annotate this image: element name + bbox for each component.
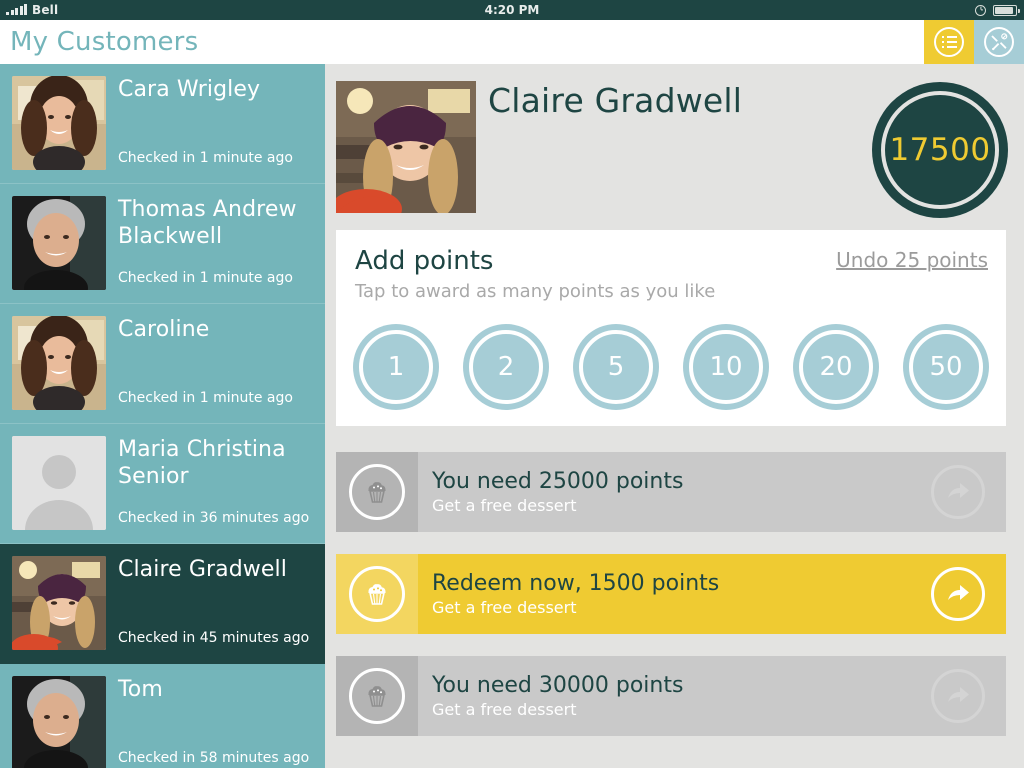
reward-icon-box (336, 656, 418, 736)
list-item-text: Thomas Andrew Blackwell Checked in 1 min… (106, 196, 315, 291)
customer-name: Thomas Andrew Blackwell (118, 197, 297, 249)
list-item[interactable]: Cara Wrigley Checked in 1 minute ago (0, 64, 325, 184)
reward-row[interactable]: You need 25000 points Get a free dessert (336, 452, 1006, 532)
reward-row[interactable]: You need 30000 points Get a free dessert (336, 656, 1006, 736)
add-points-option-50[interactable]: 50 (903, 324, 989, 410)
customer-detail-pane: Claire Gradwell 17500 Add points Tap to … (325, 64, 1024, 768)
add-points-option-1[interactable]: 1 (353, 324, 439, 410)
list-icon (934, 27, 964, 57)
add-points-options: 1 2 5 10 20 50 (353, 324, 989, 410)
add-points-option-20[interactable]: 20 (793, 324, 879, 410)
reward-row-active[interactable]: Redeem now, 1500 points Get a free desse… (336, 554, 1006, 634)
reward-subtitle: Get a free dessert (432, 496, 577, 515)
avatar (12, 76, 106, 170)
battery-icon (993, 4, 1020, 16)
customer-checkin: Checked in 1 minute ago (118, 150, 293, 166)
add-points-option-2[interactable]: 2 (463, 324, 549, 410)
avatar (12, 436, 106, 530)
list-item-text: Caroline Checked in 1 minute ago (106, 316, 315, 411)
cupcake-icon (349, 464, 405, 520)
customer-list-button[interactable] (924, 20, 974, 64)
reward-action[interactable] (910, 567, 1006, 621)
customer-checkin: Checked in 58 minutes ago (118, 750, 310, 766)
list-item-selected[interactable]: Claire Gradwell Checked in 45 minutes ag… (0, 544, 325, 664)
customer-checkin: Checked in 36 minutes ago (118, 510, 310, 526)
avatar (12, 556, 106, 650)
list-item-text: Claire Gradwell Checked in 45 minutes ag… (106, 556, 315, 651)
navigation-bar: My Customers (0, 20, 1024, 64)
list-item-text: Maria Christina Senior Checked in 36 min… (106, 436, 315, 531)
add-points-option-label: 20 (819, 352, 853, 382)
customer-name: Cara Wrigley (118, 77, 261, 102)
reward-subtitle: Get a free dessert (432, 598, 577, 617)
reward-icon-box (336, 452, 418, 532)
reward-text: You need 30000 points Get a free dessert (418, 672, 910, 720)
customer-name: Claire Gradwell (118, 557, 287, 582)
points-badge: 17500 (872, 82, 1008, 218)
reward-icon-box (336, 554, 418, 634)
list-item[interactable]: Thomas Andrew Blackwell Checked in 1 min… (0, 184, 325, 304)
tools-icon (984, 27, 1014, 57)
avatar (12, 676, 106, 768)
reward-action[interactable] (910, 465, 1006, 519)
list-item[interactable]: Caroline Checked in 1 minute ago (0, 304, 325, 424)
status-bar: Bell 4:20 PM (0, 0, 1024, 20)
add-points-option-label: 10 (709, 352, 743, 382)
customer-list-sidebar[interactable]: Cara Wrigley Checked in 1 minute ago Tho… (0, 64, 325, 768)
reward-text: You need 25000 points Get a free dessert (418, 468, 910, 516)
list-item[interactable]: Maria Christina Senior Checked in 36 min… (0, 424, 325, 544)
points-total: 17500 (889, 132, 991, 168)
arrow-forward-icon (931, 465, 985, 519)
reward-title: Redeem now, 1500 points (432, 571, 720, 596)
add-points-option-label: 5 (607, 352, 625, 382)
add-points-subtitle: Tap to award as many points as you like (355, 281, 716, 302)
navbar-actions (924, 20, 1024, 64)
add-points-option-label: 1 (387, 352, 405, 382)
rewards-list: You need 25000 points Get a free dessert (336, 452, 1006, 758)
customer-name: Tom (118, 677, 163, 702)
list-item-text: Cara Wrigley Checked in 1 minute ago (106, 76, 315, 171)
reward-title: You need 25000 points (432, 469, 684, 494)
page-title: My Customers (10, 27, 199, 57)
customer-checkin: Checked in 1 minute ago (118, 390, 293, 406)
add-points-card: Add points Tap to award as many points a… (336, 230, 1006, 426)
add-points-option-10[interactable]: 10 (683, 324, 769, 410)
reward-action[interactable] (910, 669, 1006, 723)
avatar (12, 316, 106, 410)
add-points-option-label: 2 (497, 352, 515, 382)
arrow-forward-icon (931, 669, 985, 723)
cupcake-icon (349, 668, 405, 724)
arrow-forward-icon (931, 567, 985, 621)
status-bar-right (975, 0, 1020, 20)
cupcake-icon (349, 566, 405, 622)
add-points-option-5[interactable]: 5 (573, 324, 659, 410)
reward-subtitle: Get a free dessert (432, 700, 577, 719)
reward-title: You need 30000 points (432, 673, 684, 698)
customer-name: Maria Christina Senior (118, 437, 286, 489)
reward-text: Redeem now, 1500 points Get a free desse… (418, 570, 910, 618)
settings-tools-button[interactable] (974, 20, 1024, 64)
detail-header: Claire Gradwell 17500 (325, 64, 1024, 230)
avatar (12, 196, 106, 290)
undo-points-link[interactable]: Undo 25 points (836, 248, 988, 272)
list-item[interactable]: Tom Checked in 58 minutes ago (0, 664, 325, 768)
detail-customer-name: Claire Gradwell (488, 81, 743, 120)
customer-checkin: Checked in 45 minutes ago (118, 630, 310, 646)
add-points-option-label: 50 (929, 352, 963, 382)
customer-name: Caroline (118, 317, 210, 342)
list-item-text: Tom Checked in 58 minutes ago (106, 676, 315, 768)
clock-icon (975, 4, 986, 16)
status-bar-time: 4:20 PM (484, 3, 540, 17)
app-root: Bell 4:20 PM My Customers Cara Wrigley C… (0, 0, 1024, 768)
customer-photo (336, 81, 476, 213)
add-points-title: Add points (355, 246, 494, 276)
customer-checkin: Checked in 1 minute ago (118, 270, 293, 286)
